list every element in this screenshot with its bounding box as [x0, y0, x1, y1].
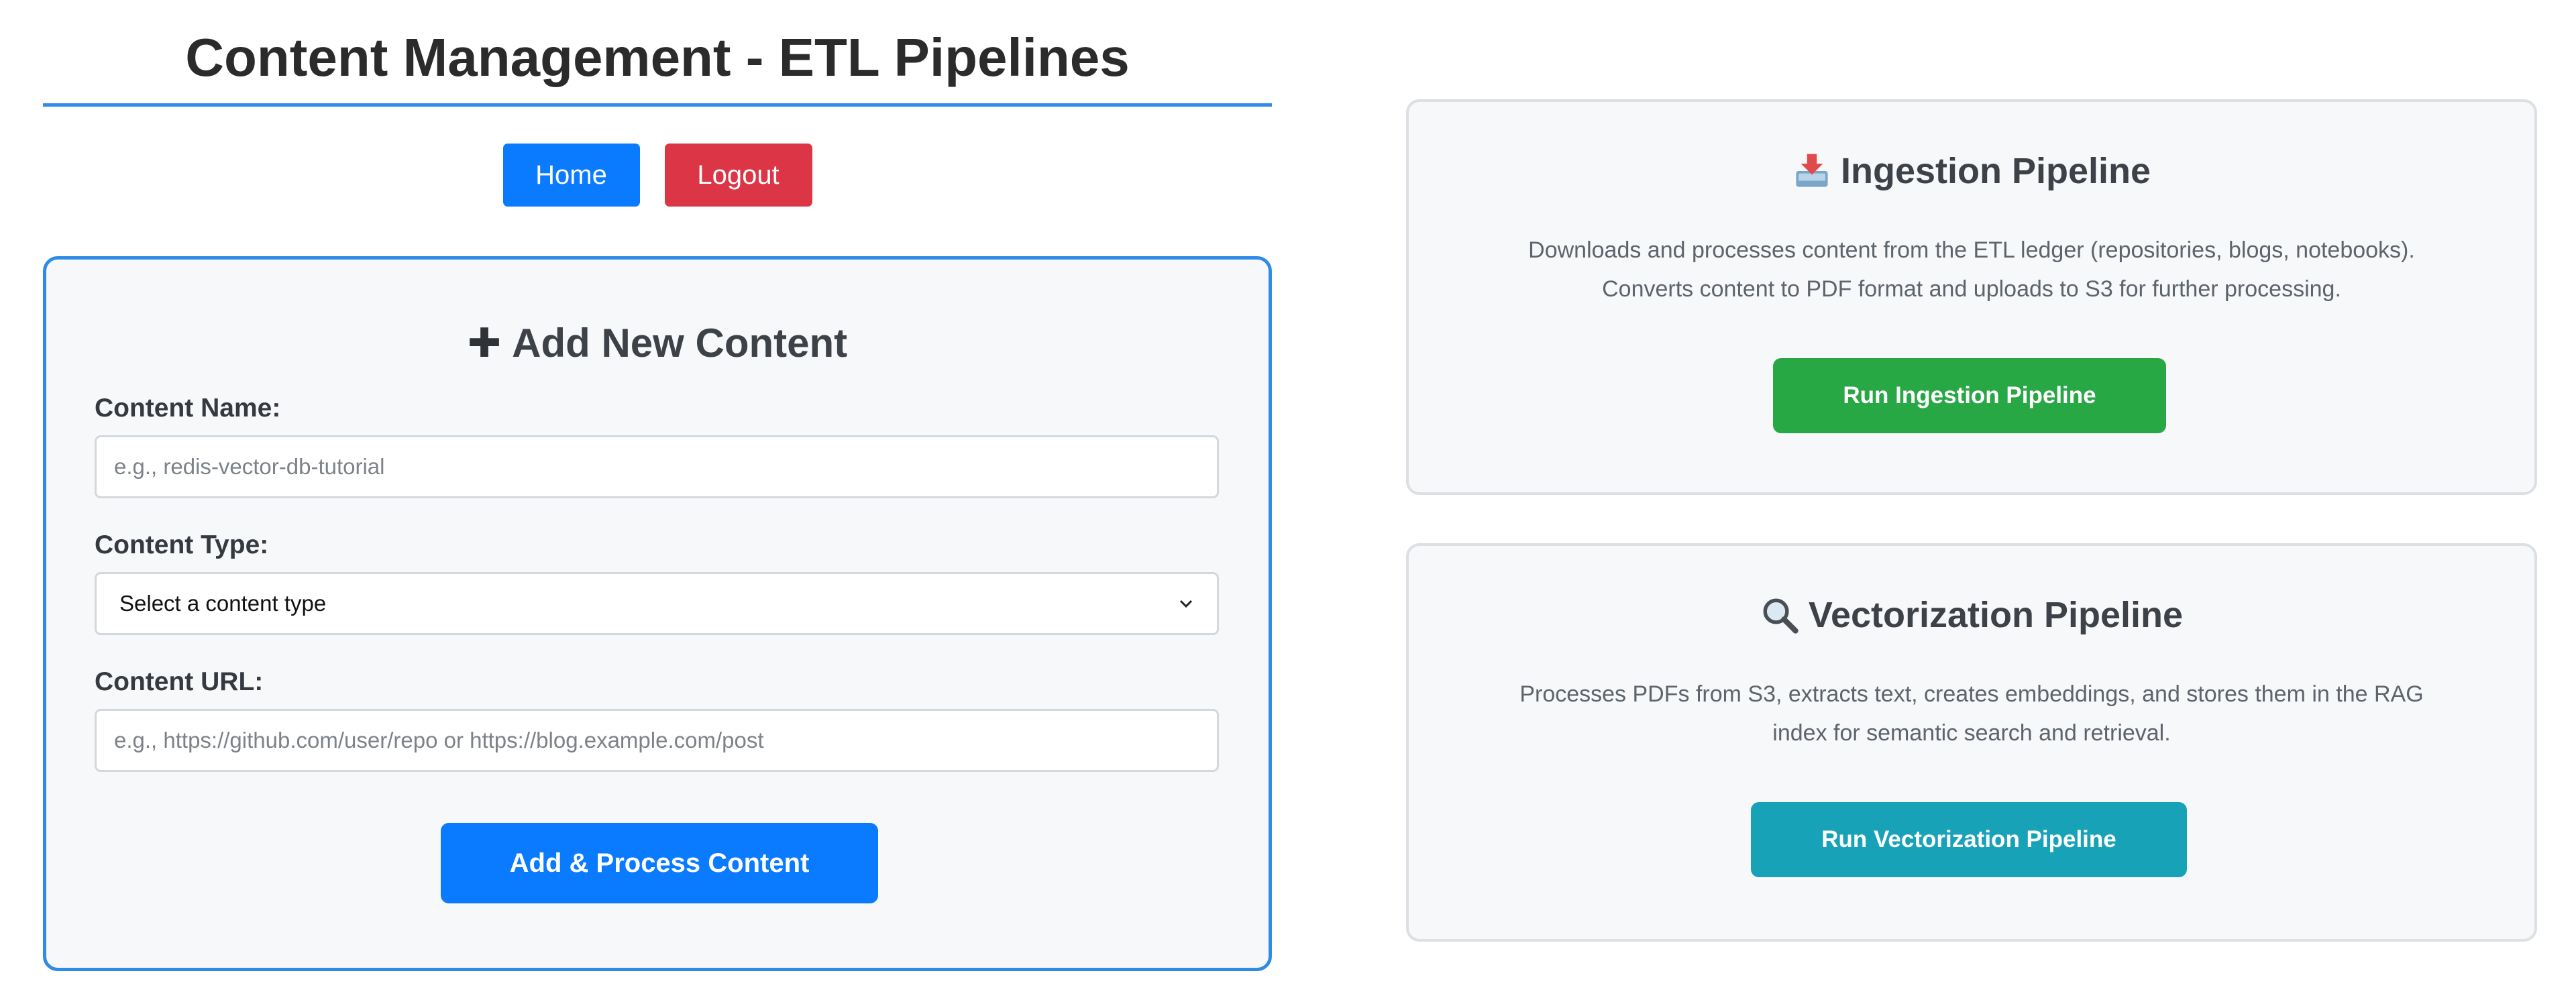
- vectorization-description-line-1: Processes PDFs from S3, extracts text, c…: [1519, 681, 2424, 707]
- add-content-card: ✚Add New Content Content Name: Content T…: [43, 256, 1272, 971]
- ingestion-pipeline-title-text: Ingestion Pipeline: [1840, 151, 2151, 191]
- inbox-tray-icon: [1796, 154, 1828, 187]
- vectorization-pipeline-title-text: Vectorization Pipeline: [1808, 595, 2184, 635]
- add-content-heading-text: Add New Content: [512, 321, 848, 366]
- content-type-selected: Select a content type: [119, 591, 327, 616]
- chevron-down-icon: [1179, 600, 1193, 608]
- run-ingestion-pipeline-button[interactable]: Run Ingestion Pipeline: [1773, 358, 2166, 433]
- content-url-label: Content URL:: [95, 667, 264, 696]
- logout-button[interactable]: Logout: [664, 144, 812, 207]
- vectorization-pipeline-title: Vectorization Pipeline: [1409, 594, 2534, 636]
- content-type-label: Content Type:: [95, 530, 269, 559]
- add-process-content-button[interactable]: Add & Process Content: [441, 823, 878, 903]
- content-name-label: Content Name:: [95, 394, 281, 423]
- title-divider: [43, 103, 1272, 107]
- plus-icon: ✚: [467, 321, 502, 366]
- ingestion-pipeline-card: Ingestion Pipeline Downloads and process…: [1406, 99, 2537, 495]
- ingestion-description-line-2: Converts content to PDF format and uploa…: [1602, 276, 2341, 302]
- vectorization-pipeline-card: Vectorization Pipeline Processes PDFs fr…: [1406, 543, 2537, 942]
- ingestion-pipeline-description: Downloads and processes content from the…: [1449, 231, 2494, 309]
- vectorization-pipeline-description: Processes PDFs from S3, extracts text, c…: [1449, 675, 2494, 752]
- home-button[interactable]: Home: [502, 144, 640, 207]
- ingestion-pipeline-title: Ingestion Pipeline: [1409, 150, 2534, 192]
- content-name-input[interactable]: [95, 435, 1219, 498]
- content-type-select[interactable]: Select a content type: [95, 572, 1219, 635]
- run-vectorization-pipeline-button[interactable]: Run Vectorization Pipeline: [1751, 802, 2187, 877]
- add-content-heading: ✚ Add New Content: [46, 320, 1269, 367]
- content-url-input[interactable]: [95, 709, 1219, 772]
- vectorization-description-line-2: index for semantic search and retrieval.: [1772, 720, 2171, 746]
- magnifier-icon: [1763, 598, 1799, 634]
- left-column: Content Management - ETL Pipelines Home …: [43, 0, 1272, 971]
- nav-bar: Home Logout: [43, 144, 1272, 207]
- ingestion-description-line-1: Downloads and processes content from the…: [1528, 237, 2415, 263]
- page-title: Content Management - ETL Pipelines: [185, 27, 1130, 87]
